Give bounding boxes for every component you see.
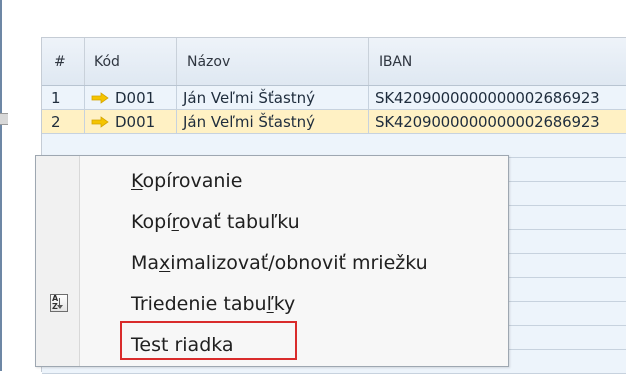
row-number: 2 bbox=[42, 110, 85, 133]
code-value: D001 bbox=[115, 88, 156, 107]
left-edge-divider bbox=[0, 0, 2, 371]
right-arrow-icon bbox=[91, 115, 109, 128]
menu-item-copy[interactable]: Kopírovanie bbox=[36, 160, 508, 201]
iban-cell[interactable]: SK4209000000000002686923 bbox=[369, 86, 626, 109]
grid-header-row: # Kód Názov IBAN bbox=[42, 38, 626, 86]
column-header-number[interactable]: # bbox=[42, 38, 85, 85]
table-row[interactable]: 1 D001 Ján Veľmi Šťastný SK4209000000000… bbox=[42, 86, 626, 110]
menu-item-label: Test riadka bbox=[131, 333, 234, 356]
column-header-code[interactable]: Kód bbox=[85, 38, 177, 85]
sort-table-icon: A Z bbox=[50, 294, 68, 312]
menu-item-label: Kopírovať tabuľku bbox=[131, 210, 300, 233]
code-value: D001 bbox=[115, 112, 156, 131]
table-row-selected[interactable]: 2 D001 Ján Veľmi Šťastný SK4209000000000… bbox=[42, 110, 626, 134]
menu-item-maximize-restore-grid[interactable]: Maximalizovať/obnoviť mriežku bbox=[36, 242, 508, 283]
name-cell[interactable]: Ján Veľmi Šťastný bbox=[177, 110, 369, 133]
column-header-iban[interactable]: IBAN bbox=[369, 38, 626, 85]
menu-item-label: Kopírovanie bbox=[131, 169, 243, 192]
column-header-name[interactable]: Názov bbox=[177, 38, 369, 85]
code-cell[interactable]: D001 bbox=[85, 110, 177, 133]
iban-cell[interactable]: SK4209000000000002686923 bbox=[369, 110, 626, 133]
row-number: 1 bbox=[42, 86, 85, 109]
left-edge-marker bbox=[0, 113, 8, 125]
code-cell[interactable]: D001 bbox=[85, 86, 177, 109]
menu-item-test-row[interactable]: Test riadka bbox=[36, 324, 508, 365]
menu-item-label: Maximalizovať/obnoviť mriežku bbox=[131, 251, 428, 274]
menu-item-sort-table[interactable]: A Z Triedenie tabuľky bbox=[36, 283, 508, 324]
context-menu: Kopírovanie Kopírovať tabuľku Maximalizo… bbox=[35, 155, 509, 367]
right-arrow-icon bbox=[91, 91, 109, 104]
code-content: D001 bbox=[91, 113, 155, 131]
name-cell[interactable]: Ján Veľmi Šťastný bbox=[177, 86, 369, 109]
menu-item-copy-table[interactable]: Kopírovať tabuľku bbox=[36, 201, 508, 242]
code-content: D001 bbox=[91, 89, 155, 107]
menu-item-label: Triedenie tabuľky bbox=[131, 292, 296, 315]
